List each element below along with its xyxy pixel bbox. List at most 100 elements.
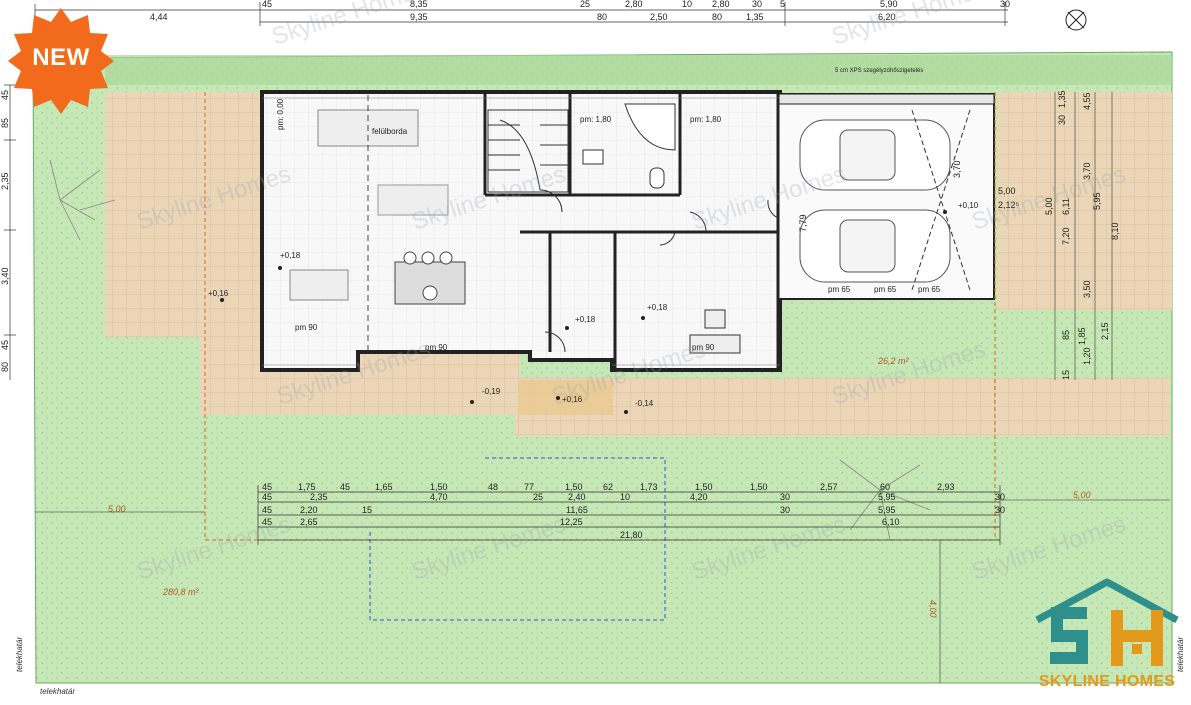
left-dim-1: 85 [0, 118, 10, 128]
top-dim-7: 2,80 [712, 0, 730, 9]
car-2 [799, 209, 951, 283]
right-dim-7: 4,55 [1082, 92, 1092, 110]
left-dim-6: 80 [0, 362, 10, 372]
logo-text: SKYLINE HOMES [1038, 673, 1176, 690]
top-dim-12: 9,35 [410, 12, 428, 22]
sink [582, 149, 604, 165]
top-dim-4: 25 [580, 0, 590, 9]
left-dim-4: 3,40 [0, 267, 10, 285]
bdim-2-1: 45 [262, 492, 272, 502]
label-pm-180-b: pm: 1,80 [690, 115, 722, 124]
level-6: -0,19 [482, 387, 501, 396]
bdim-1-7: 77 [524, 482, 534, 492]
top-dim-16: 1,35 [746, 12, 764, 22]
label-pm-180-a: pm: 1,80 [580, 115, 612, 124]
level-3: +0,18 [575, 315, 596, 324]
dining-table [289, 269, 349, 301]
bdim-1-11: 1,50 [695, 482, 713, 492]
bdim-3-4: 11,65 [566, 505, 588, 515]
bdim-1-14: 60 [880, 482, 890, 492]
bdim-1-9: 62 [603, 482, 613, 492]
right-dim-5: 7,20 [1061, 227, 1071, 245]
setback-left: 5,00 [108, 504, 126, 514]
top-dim-1: 4,44 [150, 12, 168, 22]
right-dim-14: 1,20 [1082, 347, 1092, 365]
right-dim-6: 3,50 [1082, 280, 1092, 298]
label-xps: 5 cm XPS szegélyzóhőszigetelés [835, 68, 923, 74]
bdim-2-7: 4,20 [690, 492, 708, 502]
right-dim-1: 1,35 [1057, 90, 1067, 108]
bdim-2-5: 2,40 [568, 492, 586, 502]
level-2: +0,18 [647, 303, 668, 312]
bdim-2-2: 2,35 [310, 492, 328, 502]
bdim-2-6: 10 [620, 492, 630, 502]
bdim-3-6: 5,95 [878, 505, 896, 515]
label-felulborda: felülborda [372, 127, 408, 136]
garage-370: 3,70 [952, 160, 962, 178]
label-pm90-a: pm 90 [295, 323, 318, 332]
right-dim-11: 85 [1061, 330, 1071, 340]
bdim-2-10: 30 [995, 492, 1005, 502]
bdim-2-9: 5,95 [878, 492, 896, 502]
watermark-1: Skyline Homes [269, 0, 430, 51]
level-1: +0,18 [280, 251, 301, 260]
new-badge: NEW [6, 6, 116, 116]
top-dim-13: 80 [597, 12, 607, 22]
bdim-1-1: 45 [262, 482, 272, 492]
bdim-1-2: 1,75 [298, 482, 316, 492]
bdim-1-6: 48 [488, 482, 498, 492]
top-dim-8: 30 [752, 0, 762, 9]
right-dim-13: 15 [1061, 370, 1071, 380]
north-arrow-icon [1065, 9, 1087, 31]
garage-width: 5,00 [998, 186, 1016, 196]
bdim-4-4: 6,10 [882, 517, 900, 527]
top-dim-6: 10 [682, 0, 692, 9]
top-dim-11: 30 [1000, 0, 1010, 9]
telekhatar-bottom: telekhatár [40, 687, 75, 696]
top-dim-14: 2,50 [650, 12, 668, 22]
bdim-2-4: 25 [533, 492, 543, 502]
bdim-2-8: 30 [780, 492, 790, 502]
right-dim-8: 8,10 [1110, 222, 1120, 240]
right-dim-15: 2,15 [1100, 322, 1110, 340]
house-logo-icon [1035, 578, 1179, 666]
bdim-1-15: 2,93 [937, 482, 955, 492]
floor-plan: 4,44 45 8,35 25 2,80 10 2,80 30 5 5,90 3… [0, 0, 1185, 696]
bdim-3-1: 45 [262, 505, 272, 515]
right-dim-12: 1,85 [1077, 327, 1087, 345]
left-dim-5: 45 [0, 340, 10, 350]
toilet [649, 167, 665, 189]
bdim-3-7: 30 [995, 505, 1005, 515]
bdim-4-2: 2,65 [300, 517, 318, 527]
new-badge-label: NEW [32, 44, 90, 71]
bdim-1-3: 45 [340, 482, 350, 492]
label-pm65-c: pm 65 [918, 285, 941, 294]
top-dim-15: 80 [712, 12, 722, 22]
skyline-homes-logo: SKYLINE HOMES [1032, 578, 1182, 698]
label-pm-000: pm: 0,00 [276, 98, 285, 130]
label-pm65-a: pm 65 [828, 285, 851, 294]
setback-right: 5,00 [1073, 490, 1091, 500]
telekhatar-left: telekhatár [15, 637, 24, 672]
setback-bottom: 4,00 [928, 600, 938, 618]
bdim-5-1: 21,80 [620, 530, 643, 540]
left-dim-3: 2,35 [0, 172, 10, 190]
bdim-1-4: 1,65 [375, 482, 393, 492]
bdim-1-10: 1,73 [640, 482, 658, 492]
bdim-3-5: 30 [780, 505, 790, 515]
bdim-1-13: 2,57 [820, 482, 838, 492]
label-pm65-b: pm 65 [874, 285, 897, 294]
top-dim-2: 45 [262, 0, 272, 9]
bdim-1-5: 1,50 [430, 482, 448, 492]
top-dim-9: 5 [780, 0, 785, 9]
bdim-1-12: 1,50 [750, 482, 768, 492]
level-4: +0,16 [208, 289, 229, 298]
right-dim-2: 30 [1057, 115, 1067, 125]
hedge-strip [105, 55, 1173, 85]
area-garden-big: 280,8 m² [162, 587, 200, 597]
garage-height: 7,79 [798, 214, 808, 232]
bdim-3-2: 2,20 [300, 505, 318, 515]
watermark-2: Skyline Homes [829, 0, 990, 51]
bdim-1-8: 1,50 [565, 482, 583, 492]
level-7: -0,14 [635, 399, 654, 408]
